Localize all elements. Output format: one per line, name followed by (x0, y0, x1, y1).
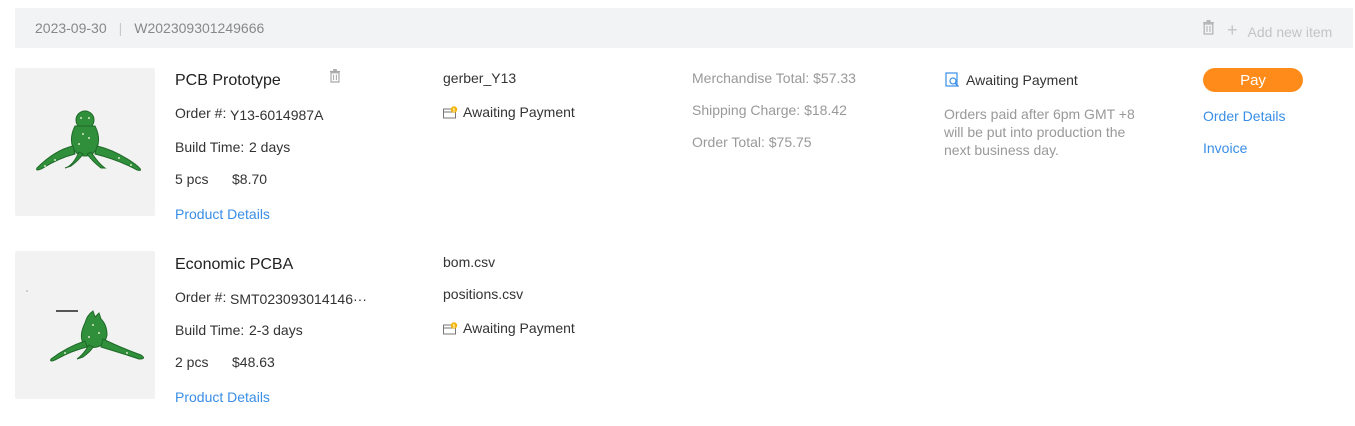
file-name[interactable]: positions.csv (443, 286, 523, 302)
file-name[interactable]: gerber_Y13 (443, 70, 516, 86)
order-number-label: Order #: (175, 289, 227, 305)
invoice-link[interactable]: Invoice (1203, 140, 1247, 156)
build-time-value: 2-3 days (249, 322, 303, 338)
header-separator: | (118, 20, 123, 36)
order-number-value: Y13-6014987A (230, 107, 324, 123)
build-time-label: Build Time: (175, 139, 245, 155)
payment-status: Awaiting Payment (945, 72, 1078, 88)
pcba-frog-image (26, 290, 145, 362)
quantity: 2 pcs (175, 354, 209, 370)
build-time-value: 2 days (249, 139, 291, 155)
pay-button[interactable]: Pay (1203, 68, 1303, 92)
item-status: $ Awaiting Payment (443, 320, 575, 336)
svg-text:$: $ (452, 107, 455, 113)
document-search-icon (945, 72, 959, 87)
file-name[interactable]: bom.csv (443, 254, 495, 270)
pcb-prototype-thumbnail[interactable] (15, 68, 155, 216)
item-status: $ Awaiting Payment (443, 104, 575, 120)
item-status-text: Awaiting Payment (463, 320, 575, 336)
add-new-item-label: Add new item (1247, 24, 1333, 40)
build-time-label: Build Time: (175, 322, 245, 338)
product-details-link[interactable]: Product Details (175, 206, 270, 222)
product-title: Economic PCBA (175, 256, 294, 273)
add-new-item-button[interactable]: + Add new item (1227, 20, 1332, 40)
svg-text:$: $ (452, 323, 455, 329)
unit-price: $48.63 (232, 354, 275, 370)
product-details-link[interactable]: Product Details (175, 389, 270, 405)
economic-pcba-thumbnail[interactable] (15, 251, 155, 399)
payment-status-text: Awaiting Payment (966, 72, 1078, 88)
order-date: 2023-09-30 (35, 20, 107, 36)
order-total: Order Total: $75.75 (692, 134, 812, 150)
unit-price: $8.70 (232, 171, 268, 187)
plus-icon: + (1227, 20, 1238, 40)
quantity: 5 pcs (175, 171, 209, 187)
awaiting-payment-icon: $ (443, 321, 458, 334)
order-header: 2023-09-30 | W202309301249666 + Add new … (15, 8, 1353, 48)
order-number-label: Order #: (175, 105, 227, 121)
shipping-charge: Shipping Charge: $18.42 (692, 102, 847, 118)
pcb-frog-image (36, 110, 141, 171)
order-details-link[interactable]: Order Details (1203, 108, 1285, 124)
awaiting-payment-icon: $ (443, 105, 458, 118)
product-title: PCB Prototype (175, 72, 281, 89)
production-note: Orders paid after 6pm GMT +8 will be put… (944, 106, 1135, 158)
merchandise-total: Merchandise Total: $57.33 (692, 70, 856, 86)
order-number-value: SMT023093014146··· (230, 291, 367, 307)
delete-item-icon[interactable] (329, 69, 341, 83)
delete-order-icon[interactable] (1202, 20, 1215, 35)
order-number: W202309301249666 (134, 20, 265, 36)
item-status-text: Awaiting Payment (463, 104, 575, 120)
